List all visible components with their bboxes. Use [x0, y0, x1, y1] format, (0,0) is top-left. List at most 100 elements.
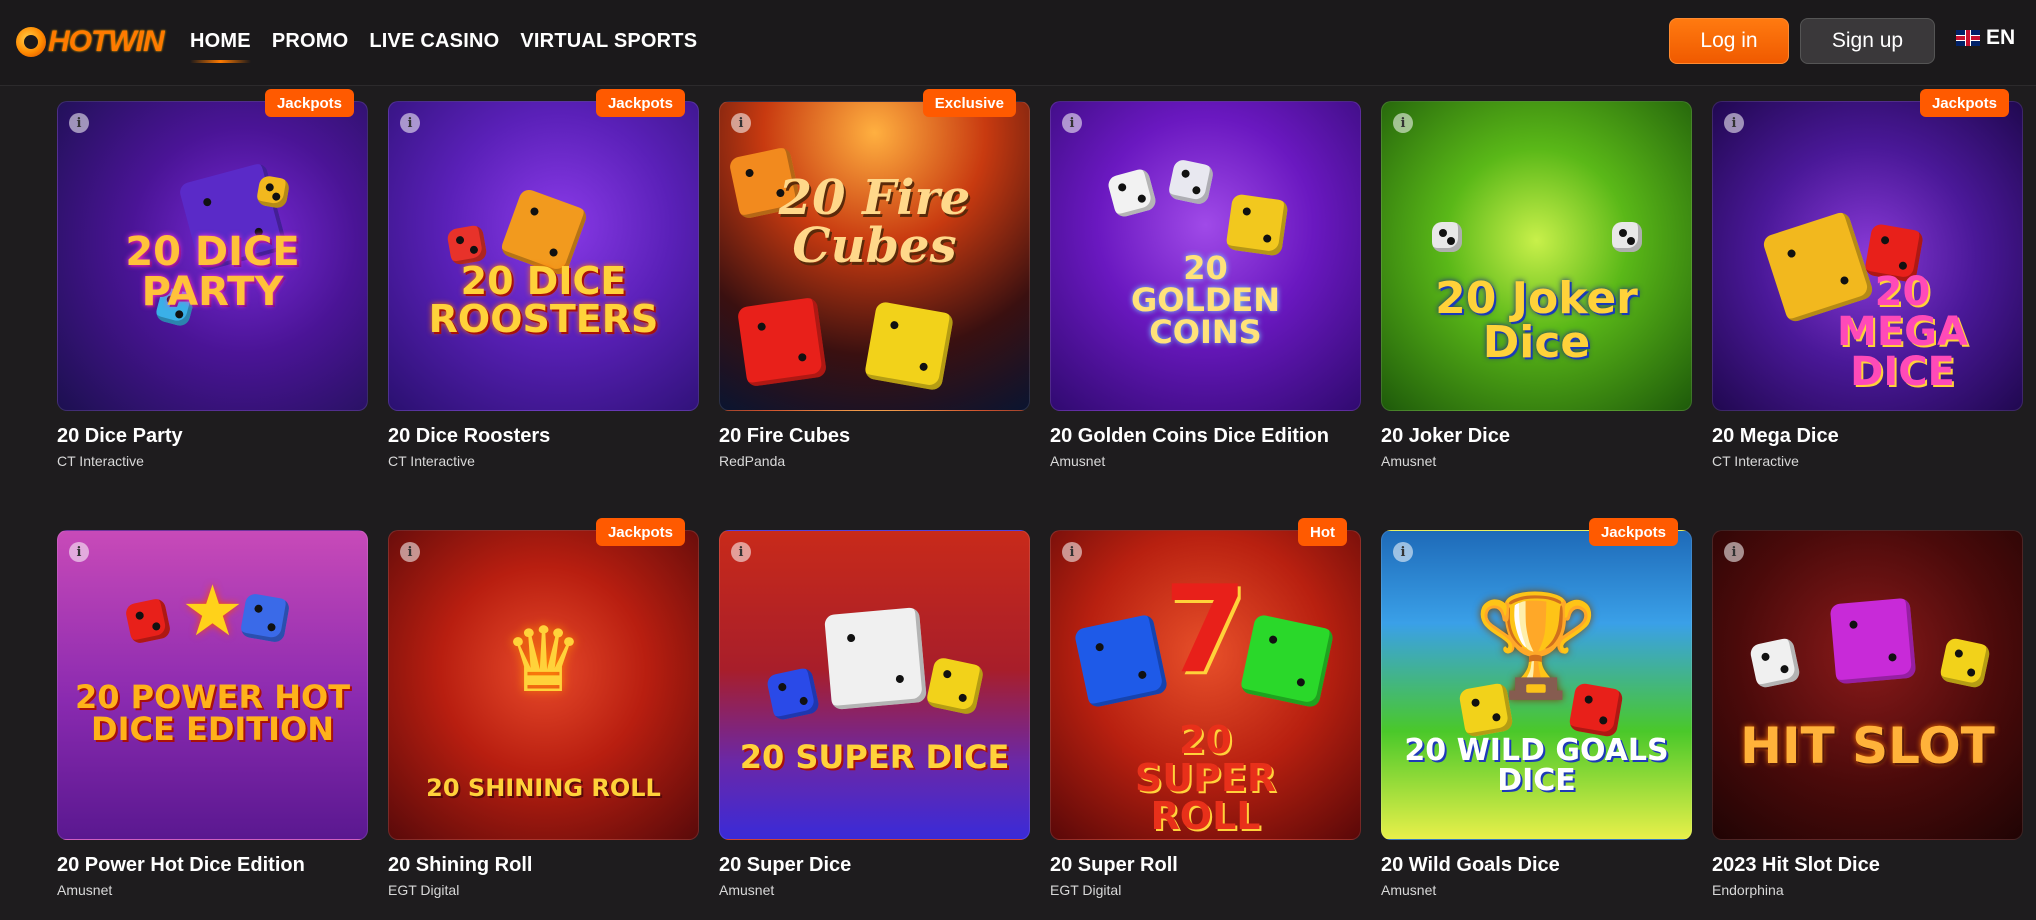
game-provider: CT Interactive — [57, 453, 144, 469]
dice-art-icon — [1829, 597, 1917, 685]
main-nav: HOME PROMO LIVE CASINO VIRTUAL SPORTS — [190, 26, 697, 63]
info-icon[interactable]: i — [69, 542, 89, 562]
game-provider: RedPanda — [719, 453, 786, 469]
game-thumbnail[interactable]: 20 Joker Dice i — [1381, 101, 1692, 411]
game-thumbnail[interactable]: ♛ 20 SHINING ROLL i — [388, 530, 699, 840]
jackpots-badge: Jackpots — [264, 89, 354, 117]
game-title[interactable]: 20 Wild Goals Dice — [1381, 854, 1692, 877]
info-icon[interactable]: i — [1724, 113, 1744, 133]
star-icon: ★ — [181, 570, 244, 652]
dice-art-icon — [1612, 222, 1642, 252]
nav-promo[interactable]: PROMO — [272, 26, 349, 62]
game-card[interactable]: 🏆 20 WILD GOALS DICE i Jackpots 20 Wild … — [1381, 518, 1692, 898]
game-thumbnail[interactable]: 🏆 20 WILD GOALS DICE i — [1381, 530, 1692, 840]
game-provider: CT Interactive — [1712, 453, 1799, 469]
logo-text: HOTWIN — [48, 25, 165, 58]
game-title[interactable]: 20 Golden Coins Dice Edition — [1050, 425, 1361, 448]
info-icon[interactable]: i — [400, 113, 420, 133]
game-card[interactable]: 20 GOLDEN COINS i 20 Golden Coins Dice E… — [1050, 101, 1361, 469]
game-thumbnail[interactable]: 20 MEGA DICE i — [1712, 101, 2023, 411]
game-thumbnail[interactable]: HIT SLOT i — [1712, 530, 2023, 840]
dice-art-icon — [824, 607, 927, 710]
dice-art-icon — [1432, 222, 1462, 252]
info-icon[interactable]: i — [1062, 113, 1082, 133]
uk-flag-icon — [1956, 30, 1980, 46]
game-card[interactable]: ★ 20 POWER HOT DICE EDITION i 20 Power H… — [57, 530, 368, 898]
dice-art-icon — [1938, 636, 1992, 690]
crown-icon: ♛ — [503, 608, 584, 713]
game-card[interactable]: 20 SUPER DICE i 20 Super Dice Amusnet — [719, 530, 1030, 898]
game-title[interactable]: 2023 Hit Slot Dice — [1712, 854, 2023, 877]
game-card[interactable]: 20 MEGA DICE i Jackpots 20 Mega Dice CT … — [1712, 89, 2023, 469]
game-art-title: 20 SHINING ROLL — [426, 774, 661, 802]
dice-art-icon — [736, 296, 828, 388]
info-icon[interactable]: i — [731, 113, 751, 133]
signup-button[interactable]: Sign up — [1800, 18, 1935, 64]
game-art-title: HIT SLOT — [1740, 717, 1995, 775]
game-thumbnail[interactable]: 7 20 SUPER ROLL i — [1050, 530, 1361, 840]
info-icon[interactable]: i — [1393, 113, 1413, 133]
game-thumbnail[interactable]: 20 GOLDEN COINS i — [1050, 101, 1361, 411]
game-thumbnail[interactable]: 20 DICE PARTY i — [57, 101, 368, 411]
game-art-title: 20 MEGA DICE — [1837, 269, 1968, 395]
game-art-title: 20 SUPER DICE — [739, 738, 1010, 776]
game-card[interactable]: 20 DICE PARTY i Jackpots 20 Dice Party C… — [57, 89, 368, 469]
nav-virtual-sports[interactable]: VIRTUAL SPORTS — [520, 26, 697, 62]
game-card[interactable]: 7 20 SUPER ROLL i Hot 20 Super Roll EGT … — [1050, 518, 1361, 898]
game-title[interactable]: 20 Dice Party — [57, 425, 368, 448]
info-icon[interactable]: i — [731, 542, 751, 562]
game-card[interactable]: ♛ 20 SHINING ROLL i Jackpots 20 Shining … — [388, 518, 699, 898]
game-thumbnail[interactable]: 20 Fire Cubes i — [719, 101, 1030, 411]
flame-logo-icon — [16, 27, 46, 57]
hotwin-logo[interactable]: HOTWIN — [16, 22, 165, 62]
info-icon[interactable]: i — [1062, 542, 1082, 562]
game-provider: Amusnet — [57, 882, 113, 898]
dice-art-icon — [1225, 193, 1289, 257]
dice-art-icon — [1458, 682, 1514, 738]
game-card[interactable]: 20 DICE ROOSTERS i Jackpots 20 Dice Roos… — [388, 89, 699, 469]
game-title[interactable]: 20 Joker Dice — [1381, 425, 1692, 448]
dice-art-icon — [1568, 682, 1624, 738]
game-title[interactable]: 20 Shining Roll — [388, 854, 699, 877]
info-icon[interactable]: i — [400, 542, 420, 562]
game-art-title: 20 POWER HOT DICE EDITION — [74, 678, 351, 748]
nav-live-casino[interactable]: LIVE CASINO — [369, 26, 499, 62]
info-icon[interactable]: i — [69, 113, 89, 133]
game-art-title: 20 DICE ROOSTERS — [428, 259, 659, 341]
game-provider: Amusnet — [1050, 453, 1106, 469]
jackpots-badge: Jackpots — [1588, 518, 1678, 546]
dice-art-icon — [925, 656, 985, 716]
game-title[interactable]: 20 Super Dice — [719, 854, 1030, 877]
game-provider: Amusnet — [1381, 453, 1437, 469]
game-thumbnail[interactable]: ★ 20 POWER HOT DICE EDITION i — [57, 530, 368, 840]
game-card[interactable]: 20 Fire Cubes i Exclusive 20 Fire Cubes … — [719, 89, 1030, 469]
game-art-title: 20 SUPER ROLL — [1134, 718, 1277, 838]
game-art-title: 20 Joker Dice — [1435, 273, 1638, 368]
game-provider: CT Interactive — [388, 453, 475, 469]
game-thumbnail[interactable]: 20 SUPER DICE i — [719, 530, 1030, 840]
game-provider: Endorphina — [1712, 882, 1784, 898]
info-icon[interactable]: i — [1724, 542, 1744, 562]
game-art-title: 20 Fire Cubes — [778, 170, 971, 274]
dice-art-icon — [1167, 158, 1215, 206]
game-title[interactable]: 20 Dice Roosters — [388, 425, 699, 448]
jackpots-badge: Jackpots — [595, 518, 685, 546]
game-thumbnail[interactable]: 20 DICE ROOSTERS i — [388, 101, 699, 411]
nav-home[interactable]: HOME — [190, 26, 251, 63]
game-art-title: 20 GOLDEN COINS — [1130, 249, 1281, 351]
game-title[interactable]: 20 Fire Cubes — [719, 425, 1030, 448]
game-card[interactable]: 20 Joker Dice i 20 Joker Dice Amusnet — [1381, 101, 1692, 469]
exclusive-badge: Exclusive — [922, 89, 1016, 117]
game-card[interactable]: HIT SLOT i 2023 Hit Slot Dice Endorphina — [1712, 530, 2023, 898]
language-selector[interactable]: EN — [1956, 26, 2015, 50]
login-button[interactable]: Log in — [1669, 18, 1789, 64]
game-provider: EGT Digital — [1050, 882, 1122, 898]
game-title[interactable]: 20 Power Hot Dice Edition — [57, 854, 368, 877]
dice-art-icon — [255, 174, 291, 210]
game-title[interactable]: 20 Mega Dice — [1712, 425, 2023, 448]
info-icon[interactable]: i — [1393, 542, 1413, 562]
game-provider: EGT Digital — [388, 882, 460, 898]
game-title[interactable]: 20 Super Roll — [1050, 854, 1361, 877]
seven-icon: 7 — [1163, 561, 1248, 700]
jackpots-badge: Jackpots — [1919, 89, 2009, 117]
